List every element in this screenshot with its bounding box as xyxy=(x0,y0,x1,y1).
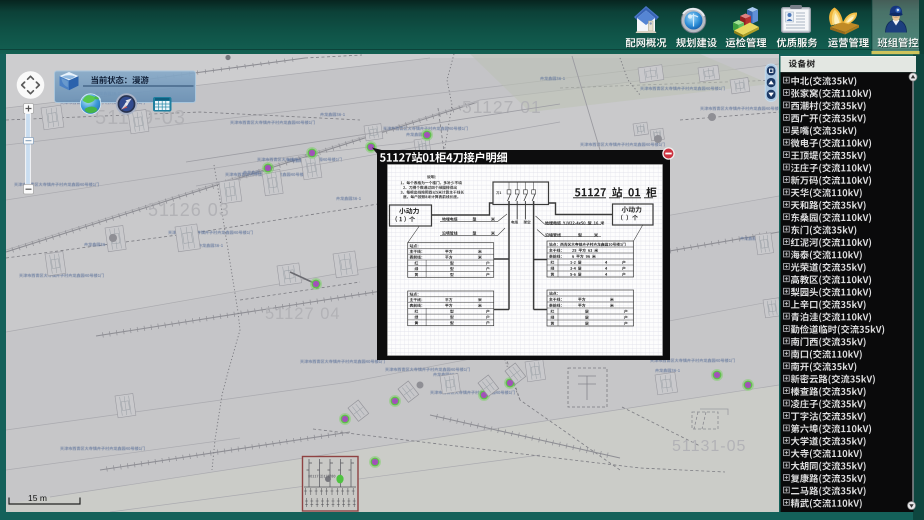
svg-text:51131-05: 51131-05 xyxy=(672,438,746,455)
svg-text:51127 04: 51127 04 xyxy=(265,305,341,323)
svg-text:51127 01: 51127 01 xyxy=(462,97,542,117)
svg-text:15 m: 15 m xyxy=(28,493,47,503)
svg-text:51126 03: 51126 03 xyxy=(148,200,230,220)
